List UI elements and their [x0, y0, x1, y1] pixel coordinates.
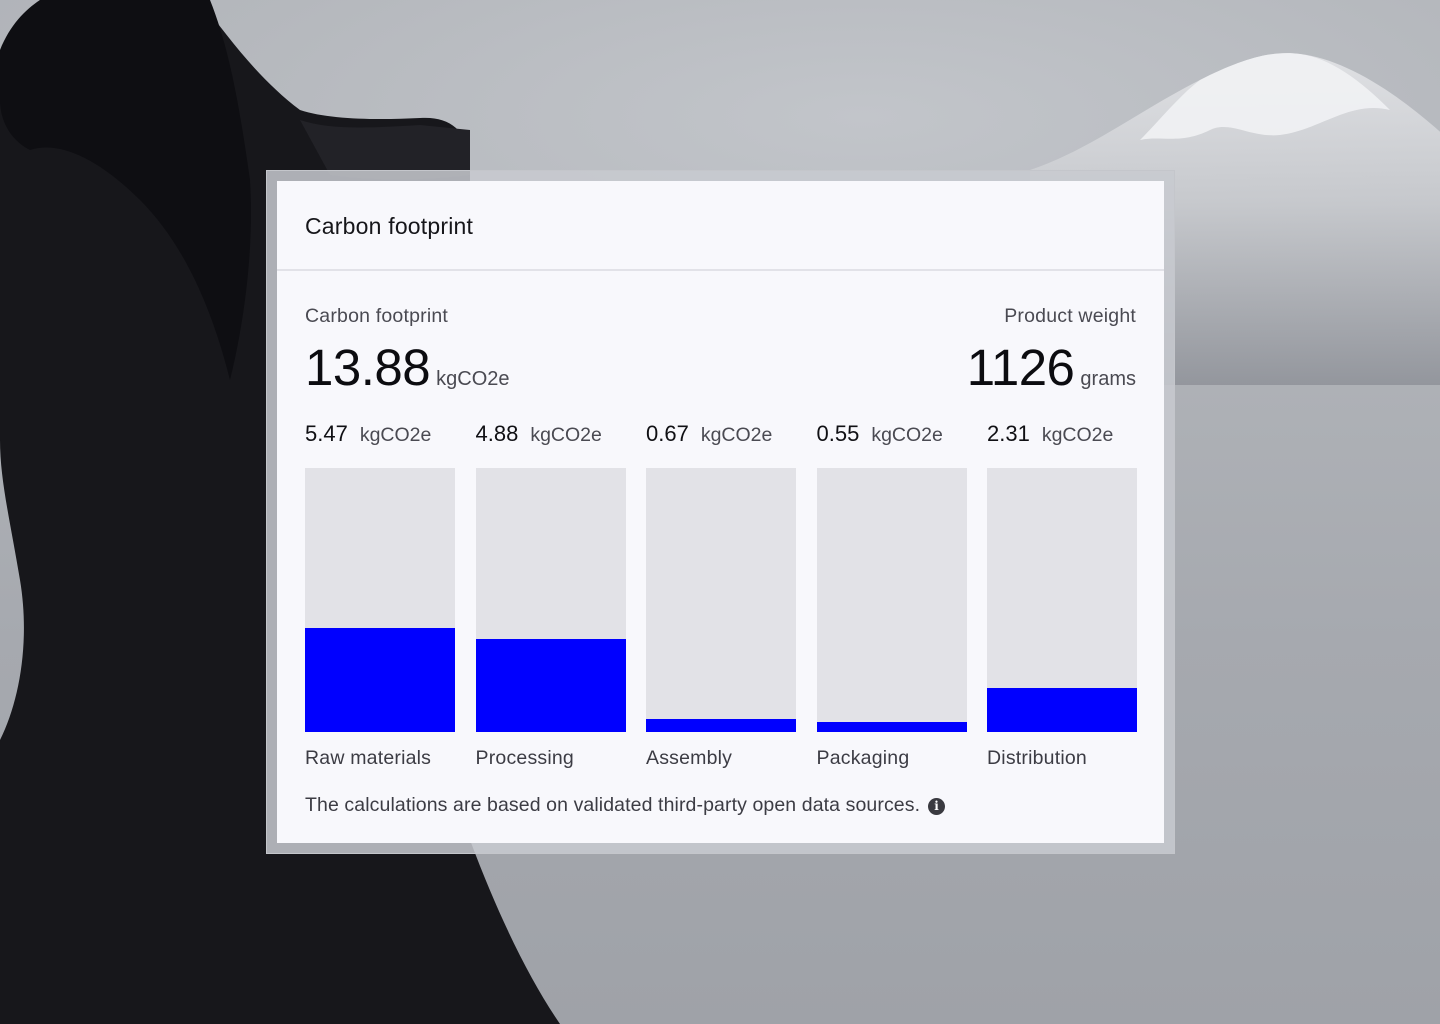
- breakdown-label: Raw materials: [305, 747, 432, 769]
- carbon-footprint-value-row: 13.88 kgCO2e: [305, 342, 510, 393]
- breakdown-value: 2.31 kgCO2e: [987, 421, 1113, 447]
- bar-track: [987, 468, 1137, 732]
- bar-fill: [816, 721, 967, 732]
- breakdown-value-unit: kgCO2e: [871, 424, 943, 446]
- breakdown-value-unit: kgCO2e: [530, 424, 602, 446]
- bar-fill: [305, 627, 455, 732]
- breakdown-value-unit: kgCO2e: [359, 424, 432, 446]
- bar-track: [646, 468, 796, 732]
- breakdown-label: Assembly: [646, 747, 733, 769]
- breakdown-value-unit: kgCO2e: [700, 424, 773, 446]
- bar-track: [305, 468, 455, 732]
- product-weight: Product weight 1126 grams: [967, 305, 1136, 393]
- product-weight-value: 1126: [966, 339, 1075, 396]
- breakdown-chart: 5.47 kgCO2e Raw materials 4.88 kgCO2e Process…: [305, 421, 1137, 769]
- product-weight-unit: grams: [1080, 368, 1136, 390]
- breakdown-label: Distribution: [987, 747, 1087, 769]
- footnote: The calculations are based on validated …: [305, 794, 946, 817]
- breakdown-value-number: 5.47: [305, 421, 348, 446]
- product-weight-value-row: 1126 grams: [967, 342, 1136, 393]
- product-weight-label: Product weight: [1004, 305, 1136, 327]
- breakdown-column: 0.67 kgCO2e Assembly: [646, 421, 796, 769]
- card-title: Carbon footprint: [305, 213, 474, 239]
- breakdown-column: 0.55 kgCO2e Packaging: [816, 421, 967, 769]
- breakdown-value-number: 0.67: [646, 421, 689, 446]
- breakdown-value: 0.67 kgCO2e: [646, 421, 772, 447]
- breakdown-value: 5.47 kgCO2e: [305, 421, 431, 447]
- carbon-footprint-unit: kgCO2e: [436, 368, 510, 390]
- breakdown-label: Packaging: [816, 747, 910, 769]
- carbon-footprint-card: Carbon footprint Carbon footprint 13.88 k…: [277, 181, 1164, 843]
- breakdown-value-unit: kgCO2e: [1041, 424, 1114, 446]
- card-header: Carbon footprint: [277, 181, 1164, 271]
- breakdown-value-number: 2.31: [987, 421, 1030, 446]
- breakdown-value-number: 4.88: [475, 421, 519, 446]
- breakdown-value: 0.55 kgCO2e: [817, 421, 943, 447]
- carbon-footprint-frame: Carbon footprint Carbon footprint 13.88 k…: [266, 170, 1175, 854]
- bar-track: [475, 468, 626, 732]
- bar-track: [816, 468, 967, 732]
- breakdown-value: 4.88 kgCO2e: [476, 421, 602, 447]
- bar-fill: [475, 639, 626, 732]
- bar-fill: [987, 688, 1137, 732]
- breakdown-column: 4.88 kgCO2e Processing: [475, 421, 626, 769]
- info-icon[interactable]: i: [928, 798, 946, 815]
- bar-fill: [646, 719, 796, 732]
- carbon-footprint-total: Carbon footprint 13.88 kgCO2e: [305, 305, 510, 393]
- carbon-footprint-label: Carbon footprint: [305, 305, 449, 327]
- breakdown-column: 2.31 kgCO2e Distribution: [987, 421, 1137, 769]
- footnote-text: The calculations are based on validated …: [305, 794, 921, 816]
- breakdown-value-number: 0.55: [816, 421, 860, 446]
- carbon-footprint-value: 13.88: [305, 339, 431, 396]
- breakdown-label: Processing: [475, 747, 574, 769]
- breakdown-column: 5.47 kgCO2e Raw materials: [305, 421, 455, 769]
